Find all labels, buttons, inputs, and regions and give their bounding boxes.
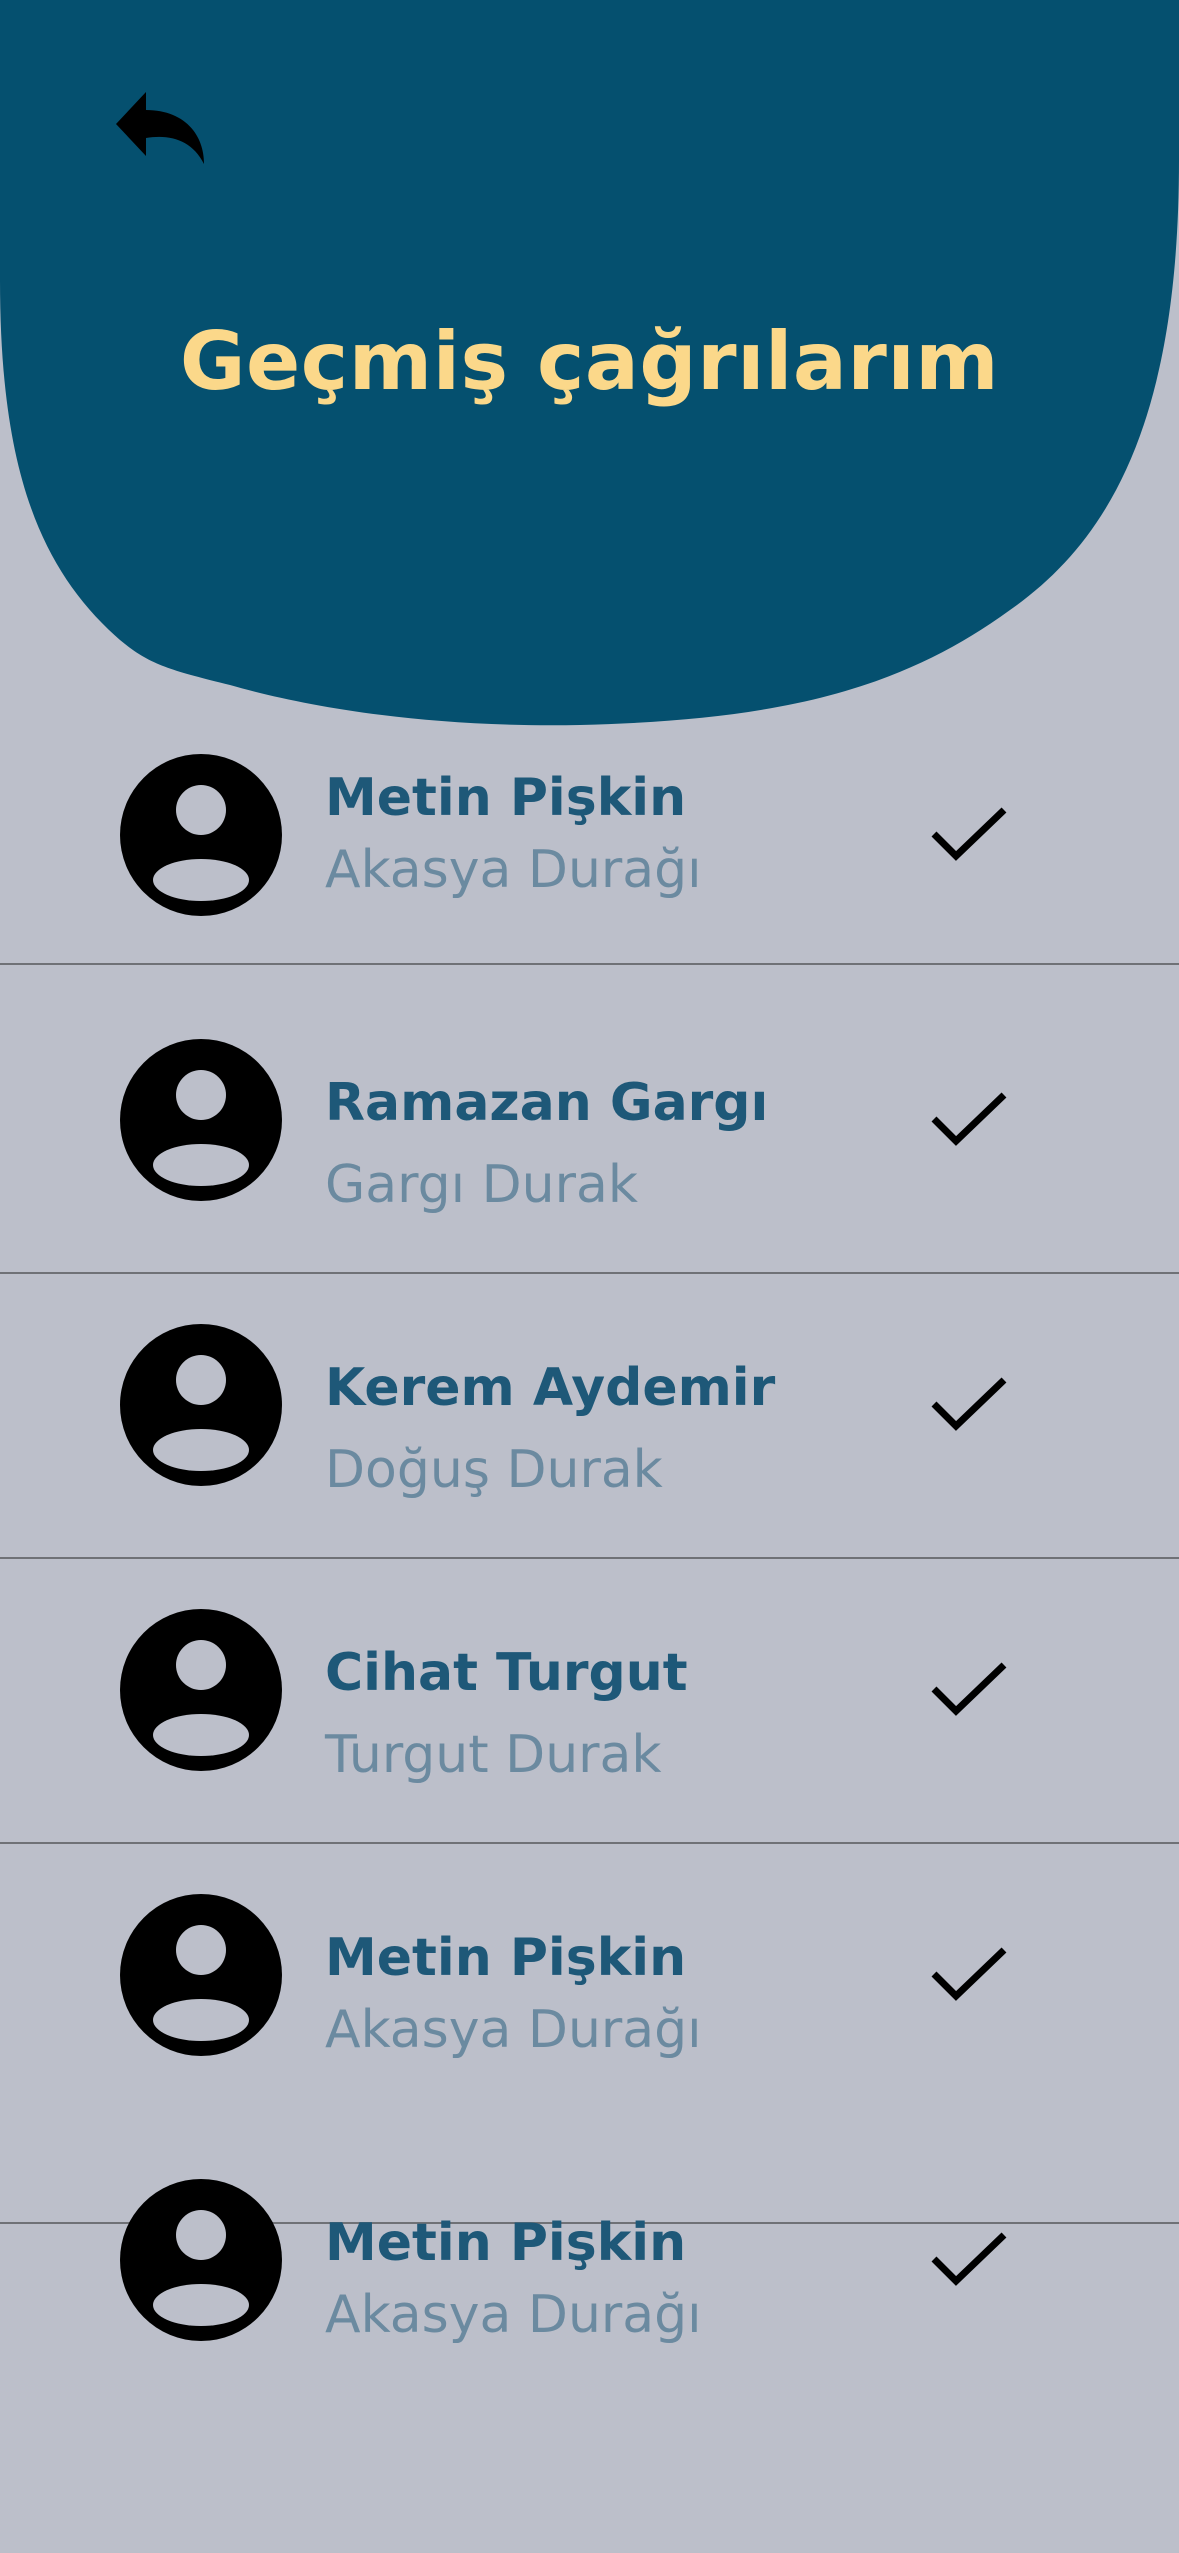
checkmark-icon [931,1947,1007,2001]
checkmark-icon [931,1662,1007,1716]
person-circle-icon [120,2179,282,2341]
caller-name: Metin Pişkin [325,2213,687,2273]
stop-name: Gargı Durak [325,1155,638,1215]
person-circle-icon [120,754,282,916]
divider [0,1557,1179,1559]
person-circle-icon [120,1609,282,1771]
caller-name: Cihat Turgut [325,1643,688,1703]
divider [0,1272,1179,1274]
caller-name: Metin Pişkin [325,1928,687,1988]
back-button[interactable] [112,88,212,168]
person-circle-icon [120,1894,282,2056]
reply-arrow-icon [116,92,204,164]
stop-name: Doğuş Durak [325,1440,663,1500]
stop-name: Akasya Durağı [325,2285,702,2345]
caller-name: Metin Pişkin [325,768,687,828]
person-circle-icon [120,1324,282,1486]
divider [0,1842,1179,1844]
stop-name: Akasya Durağı [325,840,702,900]
call-item[interactable]: Metin Pişkin Akasya Durağı [0,1880,1179,2080]
caller-name: Kerem Aydemir [325,1358,776,1418]
call-item[interactable]: Cihat Turgut Turgut Durak [0,1595,1179,1795]
call-item[interactable]: Metin Pişkin Akasya Durağı [0,2165,1179,2365]
call-item[interactable]: Ramazan Gargı Gargı Durak [0,1025,1179,1225]
stop-name: Akasya Durağı [325,2000,702,2060]
checkmark-icon [931,1092,1007,1146]
checkmark-icon [931,2232,1007,2286]
stop-name: Turgut Durak [325,1725,662,1785]
checkmark-icon [931,807,1007,861]
call-item[interactable]: Metin Pişkin Akasya Durağı [0,740,1179,940]
checkmark-icon [931,1377,1007,1431]
call-item[interactable]: Kerem Aydemir Doğuş Durak [0,1310,1179,1510]
caller-name: Ramazan Gargı [325,1073,769,1133]
page-title: Geçmiş çağrılarım [179,315,1000,408]
person-circle-icon [120,1039,282,1201]
divider [0,963,1179,965]
